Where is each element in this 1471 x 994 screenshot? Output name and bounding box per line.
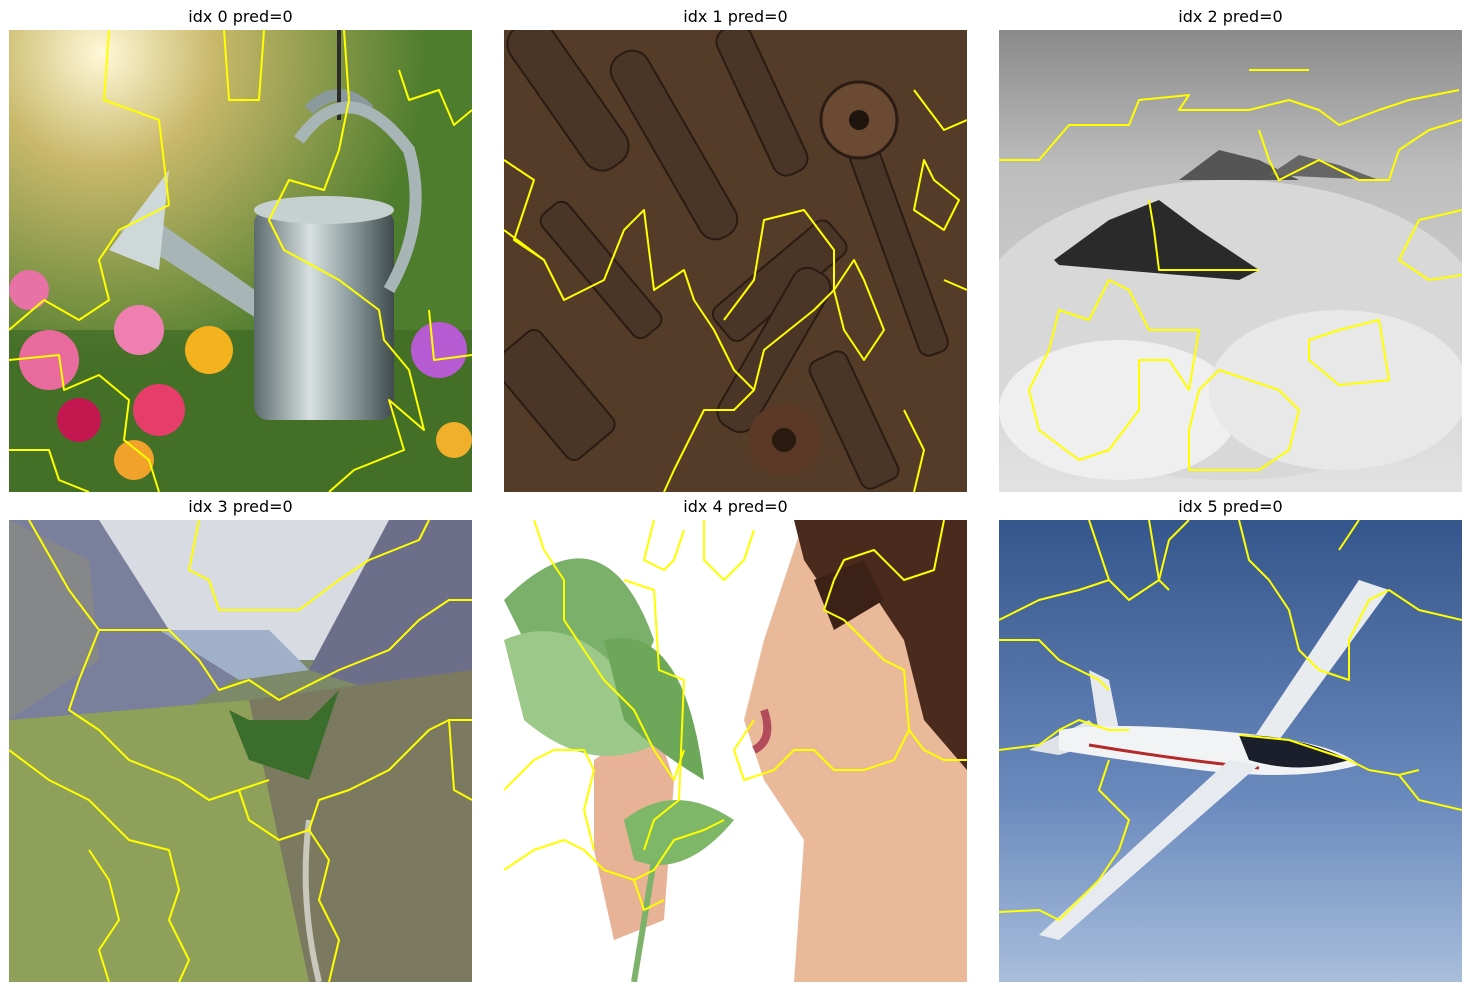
superpixel-image-rusty-tools bbox=[504, 30, 967, 492]
panel-title-1: idx 1 pred=0 bbox=[683, 7, 788, 26]
panel-title-4: idx 4 pred=0 bbox=[683, 497, 788, 516]
superpixel-image-clouds-mountain bbox=[999, 30, 1462, 492]
superpixel-image-glider-airplane bbox=[999, 520, 1462, 982]
panel-title-0: idx 0 pred=0 bbox=[188, 7, 293, 26]
superpixel-image-mountain-valley bbox=[9, 520, 472, 982]
panel-title-2: idx 2 pred=0 bbox=[1178, 7, 1283, 26]
superpixel-image-woman-leaf bbox=[504, 520, 967, 982]
panel-title-3: idx 3 pred=0 bbox=[188, 497, 293, 516]
panel-title-5: idx 5 pred=0 bbox=[1178, 497, 1283, 516]
superpixel-image-watering-can bbox=[9, 30, 472, 492]
